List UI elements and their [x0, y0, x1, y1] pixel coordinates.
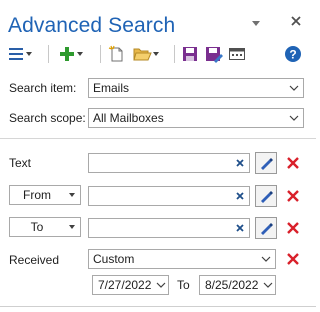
save-as-icon	[206, 47, 223, 63]
toolbar-divider	[100, 45, 101, 63]
text-label: Text	[9, 156, 32, 170]
help-icon: ?	[285, 46, 301, 62]
triangle-down-icon	[64, 192, 80, 198]
date-range-separator: To	[177, 278, 190, 292]
clear-icon[interactable]	[235, 222, 245, 234]
received-label: Received	[9, 253, 60, 267]
delete-to-icon[interactable]	[286, 221, 300, 235]
search-scope-label: Search scope:	[9, 111, 86, 125]
open-folder-icon	[133, 48, 152, 61]
received-select[interactable]: Custom	[88, 249, 276, 269]
triangle-down-icon	[64, 224, 80, 230]
chevron-down-icon	[257, 250, 275, 268]
close-icon	[291, 16, 301, 26]
chevron-down-icon	[25, 44, 33, 64]
delete-received-icon[interactable]	[286, 252, 300, 266]
chevron-down-icon	[152, 44, 160, 64]
bottom-divider	[0, 306, 316, 307]
search-scope-select[interactable]: All Mailboxes	[88, 108, 304, 128]
chevron-down-icon	[76, 44, 84, 64]
pen-icon	[261, 223, 273, 235]
pane-menu-dropdown[interactable]	[248, 18, 264, 30]
chevron-down-icon	[285, 109, 303, 127]
layout-button[interactable]	[228, 44, 246, 64]
end-date-picker[interactable]: 8/25/2022	[199, 275, 276, 295]
svg-text:?: ?	[289, 48, 296, 62]
from-label: From	[23, 188, 51, 202]
list-menu-button[interactable]	[7, 44, 33, 64]
clear-icon[interactable]	[235, 190, 245, 202]
list-menu-icon	[9, 48, 23, 60]
to-picker-button[interactable]	[255, 217, 277, 239]
pen-icon	[261, 158, 273, 170]
pane-title: Advanced Search	[8, 14, 176, 37]
start-date-value: 7/27/2022	[98, 278, 152, 292]
toolbar: ?	[0, 42, 316, 68]
new-search-button[interactable]	[108, 44, 126, 64]
from-field-select[interactable]: From	[9, 185, 81, 205]
search-item-select[interactable]: Emails	[88, 78, 304, 98]
received-value: Custom	[93, 252, 135, 266]
help-button[interactable]: ?	[284, 44, 302, 64]
delete-from-icon[interactable]	[286, 189, 300, 203]
add-icon	[60, 47, 74, 61]
chevron-down-icon	[261, 276, 275, 294]
add-button[interactable]	[58, 44, 84, 64]
text-input[interactable]	[88, 153, 250, 173]
open-folder-button[interactable]	[132, 44, 160, 64]
section-divider	[0, 138, 316, 139]
save-icon	[183, 47, 197, 61]
to-field-select[interactable]: To	[9, 217, 81, 237]
pen-icon	[261, 191, 273, 203]
search-item-value: Emails	[93, 81, 130, 95]
advanced-search-pane: Advanced Search ? Search item: Emails Se…	[0, 0, 316, 312]
toolbar-divider	[174, 45, 175, 63]
toolbar-divider	[48, 45, 49, 63]
chevron-down-icon	[154, 276, 168, 294]
new-search-icon	[108, 45, 123, 62]
search-item-label: Search item:	[9, 81, 77, 95]
from-picker-button[interactable]	[255, 185, 277, 207]
save-as-button[interactable]	[204, 44, 224, 64]
chevron-down-icon	[285, 79, 303, 97]
to-input[interactable]	[88, 218, 250, 238]
start-date-picker[interactable]: 7/27/2022	[92, 275, 169, 295]
delete-text-icon[interactable]	[286, 156, 300, 170]
text-picker-button[interactable]	[255, 152, 277, 174]
clear-icon[interactable]	[235, 157, 245, 169]
layout-icon	[229, 48, 245, 60]
to-label: To	[30, 220, 44, 234]
close-button[interactable]	[288, 13, 304, 29]
save-button[interactable]	[181, 44, 199, 64]
search-scope-value: All Mailboxes	[93, 111, 164, 125]
from-input[interactable]	[88, 186, 250, 206]
triangle-down-icon	[252, 21, 260, 26]
end-date-value: 8/25/2022	[205, 278, 259, 292]
